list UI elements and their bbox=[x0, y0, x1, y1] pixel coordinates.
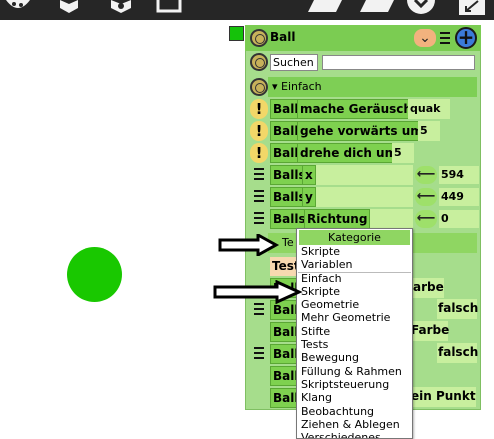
value-readout: 449 bbox=[439, 188, 479, 206]
arrow-left-icon[interactable]: ⟵ bbox=[415, 166, 437, 184]
page-icon[interactable] bbox=[360, 0, 396, 14]
annotation-arrow-bottom bbox=[213, 280, 303, 304]
block-attribute[interactable]: x bbox=[302, 165, 316, 185]
warn-icon[interactable]: ! bbox=[250, 99, 268, 119]
fullscreen-icon[interactable] bbox=[156, 0, 182, 14]
block-argument bbox=[305, 165, 413, 185]
panel-menu-icon[interactable] bbox=[437, 29, 453, 47]
block-command[interactable]: mache Geräusch bbox=[297, 99, 415, 119]
value-readout: 594 bbox=[439, 166, 479, 184]
search-label: Suchen bbox=[270, 54, 318, 71]
dropdown-item-bewegung[interactable]: Bewegung bbox=[301, 351, 359, 364]
dropdown-item-ziehen-ablegen[interactable]: Ziehen & Ablegen bbox=[301, 418, 400, 431]
block-argument[interactable]: quak bbox=[408, 99, 450, 119]
category-selector-label: ▾ Einfach bbox=[272, 80, 322, 93]
dropdown-item-beobachtung[interactable]: Beobachtung bbox=[301, 405, 374, 418]
category-row-icon[interactable] bbox=[250, 78, 268, 96]
search-row-icon[interactable] bbox=[250, 53, 268, 71]
shrink-icon[interactable] bbox=[456, 0, 488, 15]
add-icon[interactable]: + bbox=[455, 27, 477, 49]
block-command[interactable]: gehe vorwärts um bbox=[297, 121, 426, 141]
block-argument[interactable]: 5 bbox=[392, 143, 414, 163]
dropdown-item-verschiedenes[interactable]: Verschiedenes bbox=[301, 431, 381, 438]
dropdown-item-skriptsteuerung[interactable]: Skriptsteuerung bbox=[301, 378, 389, 391]
block-text: arbe bbox=[413, 280, 444, 294]
block-text: falsch bbox=[438, 345, 479, 359]
panel-title: Ball bbox=[270, 30, 296, 44]
paint-icon[interactable] bbox=[4, 0, 32, 14]
test-block[interactable]: Test bbox=[270, 257, 300, 276]
block-attribute[interactable]: y bbox=[302, 187, 316, 207]
value-readout: 0 bbox=[439, 210, 479, 228]
category-dropdown: Kategorie Skripte Variablen Einfach Skri… bbox=[296, 228, 413, 439]
block-argument bbox=[305, 187, 413, 207]
top-toolbar bbox=[0, 0, 494, 20]
arrow-left-icon[interactable]: ⟵ bbox=[415, 188, 437, 206]
block-attribute[interactable]: Richtung bbox=[304, 209, 371, 229]
block-text: Farbe bbox=[411, 323, 450, 337]
dropdown-item-skripte[interactable]: Skripte bbox=[301, 285, 340, 298]
object-menu-icon[interactable] bbox=[250, 29, 268, 47]
cube-icon[interactable] bbox=[58, 0, 80, 14]
arrow-left-icon[interactable]: ⟵ bbox=[415, 210, 437, 228]
panel-drag-tab[interactable] bbox=[229, 26, 244, 41]
block-target[interactable]: Balls bbox=[270, 209, 309, 229]
warn-icon[interactable]: ! bbox=[250, 121, 268, 141]
dropdown-item-stifte[interactable]: Stifte bbox=[301, 325, 330, 338]
dropdown-item-mehr-geometrie[interactable]: Mehr Geometrie bbox=[301, 311, 390, 324]
list-icon[interactable] bbox=[250, 187, 268, 207]
dropdown-item-klang[interactable]: Klang bbox=[301, 391, 332, 404]
tests-category-label: Te bbox=[282, 236, 294, 249]
block-argument[interactable]: 5 bbox=[418, 121, 440, 141]
list-icon[interactable] bbox=[250, 165, 268, 185]
block-text: ein Punkt bbox=[411, 389, 476, 403]
list-icon[interactable] bbox=[250, 344, 268, 364]
block-text: falsch bbox=[438, 301, 479, 315]
dropdown-item-tests[interactable]: Tests bbox=[301, 338, 328, 351]
block-command[interactable]: drehe dich um bbox=[297, 143, 401, 163]
stage-ball-sprite[interactable] bbox=[67, 247, 122, 302]
collapse-button[interactable]: ⌄ bbox=[414, 29, 436, 47]
dropdown-recent-skripte[interactable]: Skripte bbox=[301, 245, 340, 258]
folder-icon[interactable] bbox=[308, 0, 344, 14]
globe-icon[interactable] bbox=[109, 0, 133, 14]
dropdown-item-einfach[interactable]: Einfach bbox=[301, 272, 342, 285]
dropdown-item-geometrie[interactable]: Geometrie bbox=[301, 298, 359, 311]
search-input[interactable] bbox=[322, 55, 475, 70]
list-icon[interactable] bbox=[250, 209, 268, 229]
close-icon[interactable] bbox=[406, 0, 436, 14]
annotation-arrow-top bbox=[218, 234, 280, 256]
dropdown-item-fuellung-rahmen[interactable]: Füllung & Rahmen bbox=[301, 365, 402, 378]
dropdown-recent-variablen[interactable]: Variablen bbox=[301, 258, 353, 271]
dropdown-title: Kategorie bbox=[299, 230, 410, 245]
warn-icon[interactable]: ! bbox=[250, 143, 268, 163]
